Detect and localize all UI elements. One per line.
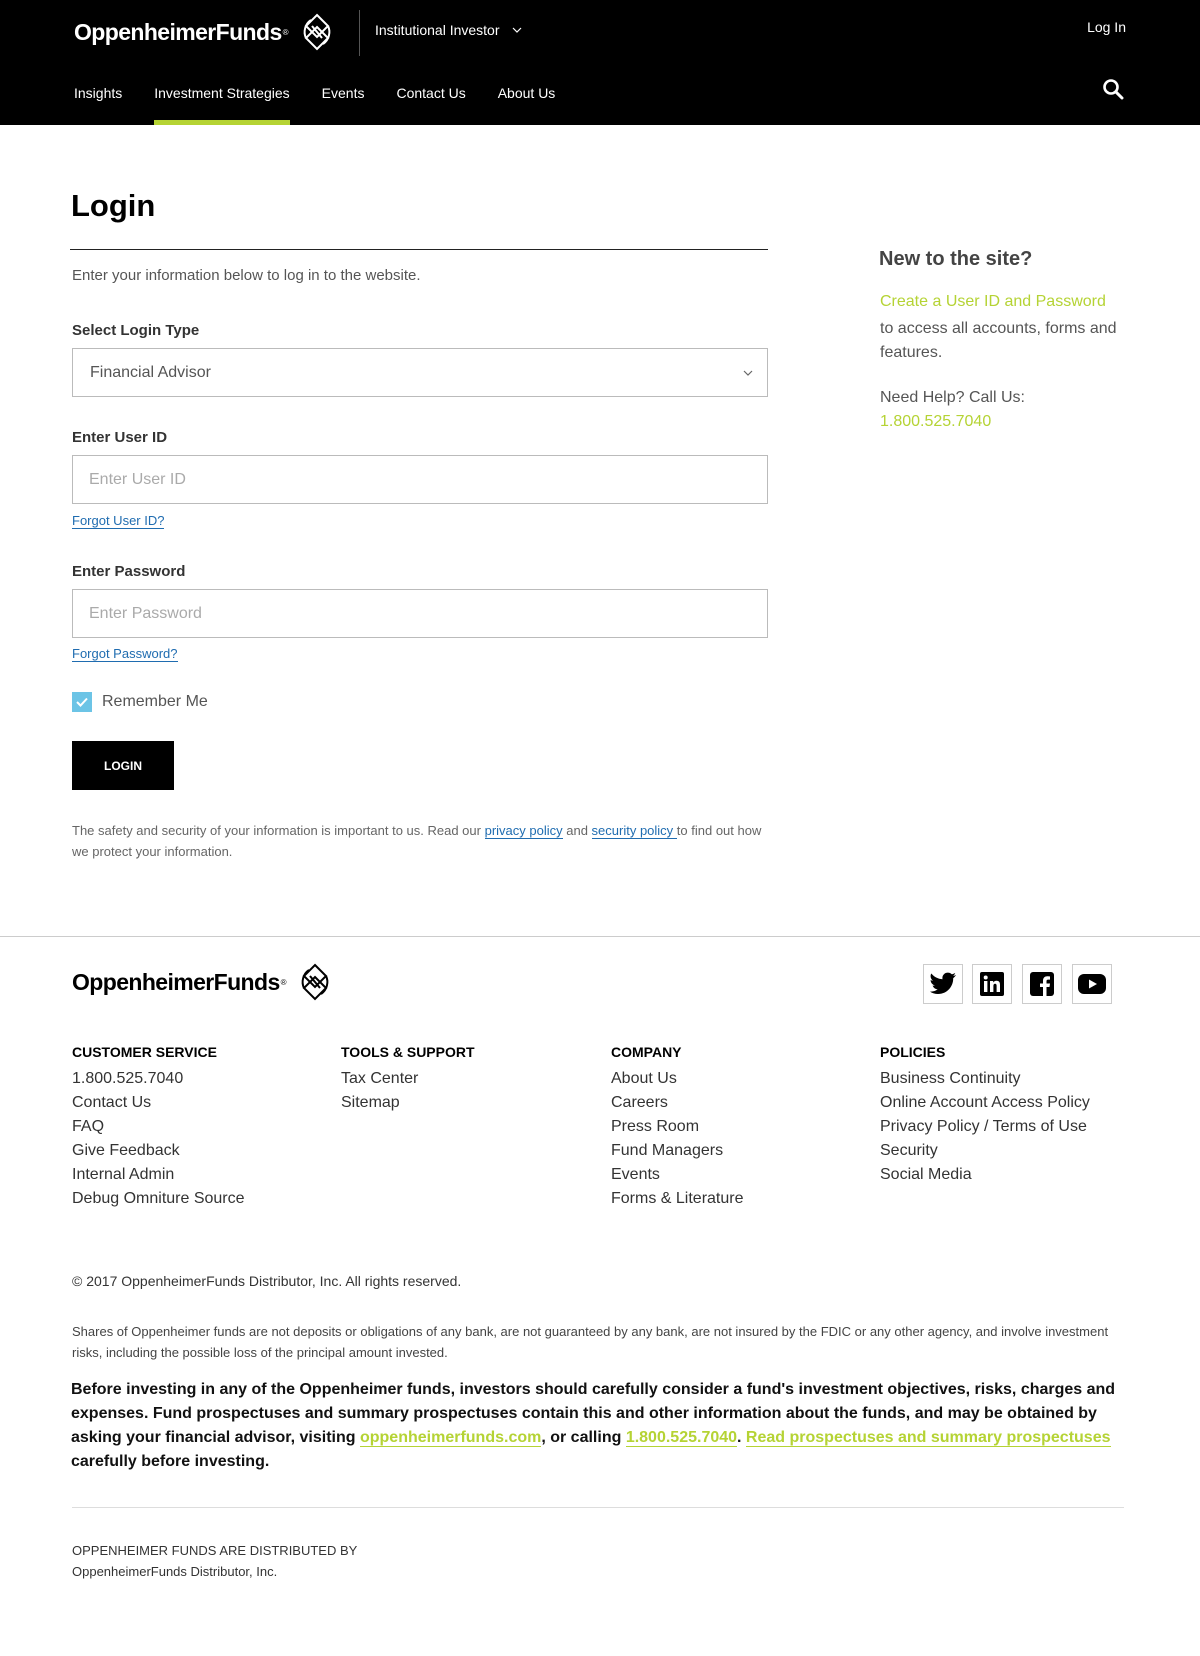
- prospectus-site-link[interactable]: oppenheimerfunds.com: [359, 1429, 542, 1447]
- footer-brand-logo[interactable]: OppenheimerFunds ®: [72, 962, 335, 1002]
- footer-column-company: COMPANY About Us Careers Press Room Fund…: [611, 1044, 743, 1211]
- main-nav: Insights Investment Strategies Events Co…: [74, 72, 587, 125]
- footer-column-title: CUSTOMER SERVICE: [72, 1044, 217, 1060]
- audience-selector[interactable]: Institutional Investor: [375, 22, 522, 38]
- youtube-icon: [1078, 974, 1106, 994]
- footer-link-social-media[interactable]: Social Media: [880, 1163, 1090, 1187]
- footer-column-title: POLICIES: [880, 1044, 946, 1060]
- nav-item-investment-strategies[interactable]: Investment Strategies: [154, 72, 291, 125]
- linkedin-icon: [980, 972, 1004, 996]
- login-intro: Enter your information below to log in t…: [72, 267, 421, 284]
- search-icon[interactable]: [1102, 78, 1124, 100]
- security-note: The safety and security of your informat…: [72, 820, 772, 862]
- footer-registered-mark: ®: [280, 977, 287, 987]
- footer-link-press-room[interactable]: Press Room: [611, 1115, 743, 1139]
- privacy-policy-link[interactable]: privacy policy: [484, 823, 563, 839]
- page-title: Login: [71, 188, 156, 223]
- footer-column-title: TOOLS & SUPPORT: [341, 1044, 475, 1060]
- facebook-link[interactable]: [1022, 964, 1062, 1004]
- nav-item-insights[interactable]: Insights: [74, 72, 122, 125]
- footer-link-tax-center[interactable]: Tax Center: [341, 1067, 475, 1091]
- footer-link-privacy-terms[interactable]: Privacy Policy / Terms of Use: [880, 1115, 1090, 1139]
- distributor-line-1: OPPENHEIMER FUNDS ARE DISTRIBUTED BY: [72, 1543, 358, 1558]
- read-prospectuses-link[interactable]: Read prospectuses and summary prospectus…: [745, 1429, 1111, 1447]
- password-label: Enter Password: [72, 563, 186, 580]
- youtube-link[interactable]: [1072, 964, 1112, 1004]
- footer-column-customer-service: CUSTOMER SERVICE 1.800.525.7040 Contact …: [72, 1044, 245, 1211]
- create-account-link[interactable]: Create a User ID and Password: [880, 293, 1106, 311]
- brand-name: OppenheimerFunds: [74, 18, 282, 45]
- help-phone-link[interactable]: 1.800.525.7040: [880, 413, 991, 431]
- distributor-notice: OPPENHEIMER FUNDS ARE DISTRIBUTED BY Oppe…: [72, 1540, 357, 1582]
- fdic-disclaimer: Shares of Oppenheimer funds are not depo…: [72, 1324, 1109, 1360]
- brand-registered-mark: ®: [282, 27, 289, 37]
- remember-me-label: Remember Me: [102, 693, 208, 710]
- login-type-value: Financial Advisor: [90, 363, 211, 381]
- header-divider: [359, 10, 360, 56]
- footer-column-tools-support: TOOLS & SUPPORT Tax Center Sitemap: [341, 1044, 475, 1115]
- chevron-down-icon: [512, 27, 521, 33]
- prospectus-text-calling: , or calling: [541, 1429, 626, 1446]
- footer-link-sitemap[interactable]: Sitemap: [341, 1091, 475, 1115]
- footer-column-policies: POLICIES Business Continuity Online Acco…: [880, 1044, 1090, 1187]
- brand-hands-icon: [301, 963, 328, 1001]
- footer-brand-name: OppenheimerFunds: [72, 968, 280, 995]
- title-divider: [70, 249, 768, 250]
- new-to-site-title: New to the site?: [879, 248, 1033, 270]
- footer-link-give-feedback[interactable]: Give Feedback: [72, 1139, 245, 1163]
- prospectus-notice: Before investing in any of the Oppenheim…: [71, 1378, 1136, 1474]
- security-note-and: and: [562, 823, 592, 838]
- footer-link-fund-managers[interactable]: Fund Managers: [611, 1139, 743, 1163]
- footer-link-internal-admin[interactable]: Internal Admin: [72, 1163, 245, 1187]
- footer-link-online-access-policy[interactable]: Online Account Access Policy: [880, 1091, 1090, 1115]
- footer-link-about-us[interactable]: About Us: [611, 1067, 743, 1091]
- chevron-down-icon: [743, 370, 753, 376]
- forgot-password-link[interactable]: Forgot Password?: [72, 647, 178, 662]
- nav-item-events[interactable]: Events: [322, 72, 365, 125]
- footer-column-title: COMPANY: [611, 1044, 682, 1060]
- footer-link-faq[interactable]: FAQ: [72, 1115, 245, 1139]
- forgot-user-id-link[interactable]: Forgot User ID?: [72, 514, 165, 529]
- distributor-line-2: OppenheimerFunds Distributor, Inc.: [72, 1564, 278, 1579]
- password-input[interactable]: [72, 589, 768, 638]
- login-type-select[interactable]: Financial Advisor: [72, 348, 768, 397]
- remember-me-toggle[interactable]: Remember Me: [72, 692, 208, 712]
- footer-link-phone[interactable]: 1.800.525.7040: [72, 1067, 245, 1091]
- security-note-text: The safety and security of your informat…: [72, 823, 485, 838]
- header-login-link[interactable]: Log In: [1087, 19, 1126, 35]
- need-help-text: Need Help? Call Us:: [880, 389, 1025, 406]
- bottom-divider: [72, 1507, 1124, 1508]
- footer-link-debug-omniture[interactable]: Debug Omniture Source: [72, 1187, 245, 1211]
- copyright: © 2017 OppenheimerFunds Distributor, Inc…: [72, 1273, 462, 1289]
- twitter-icon: [929, 972, 956, 994]
- facebook-icon: [1030, 972, 1054, 996]
- prospectus-phone-link[interactable]: 1.800.525.7040: [625, 1429, 738, 1447]
- site-header: OppenheimerFunds ® Institutional Investo…: [0, 0, 1200, 125]
- security-policy-link[interactable]: security policy: [591, 823, 677, 839]
- nav-item-about-us[interactable]: About Us: [498, 72, 556, 125]
- footer-link-business-continuity[interactable]: Business Continuity: [880, 1067, 1090, 1091]
- footer-link-careers[interactable]: Careers: [611, 1091, 743, 1115]
- remember-me-checkbox[interactable]: [72, 692, 92, 712]
- user-id-label: Enter User ID: [72, 429, 168, 446]
- check-icon: [76, 697, 88, 707]
- twitter-link[interactable]: [923, 964, 963, 1004]
- login-button[interactable]: LOGIN: [72, 741, 174, 790]
- footer-link-contact-us[interactable]: Contact Us: [72, 1091, 245, 1115]
- nav-item-contact-us[interactable]: Contact Us: [396, 72, 465, 125]
- footer-divider: [0, 936, 1200, 937]
- footer-link-security[interactable]: Security: [880, 1139, 1090, 1163]
- footer-link-forms-literature[interactable]: Forms & Literature: [611, 1187, 743, 1211]
- create-account-text: to access all accounts, forms and featur…: [880, 320, 1117, 361]
- prospectus-text-end: carefully before investing.: [71, 1453, 270, 1470]
- linkedin-link[interactable]: [972, 964, 1012, 1004]
- audience-label: Institutional Investor: [375, 22, 500, 38]
- brand-hands-icon: [303, 13, 330, 51]
- prospectus-text-period: .: [737, 1429, 746, 1446]
- brand-logo[interactable]: OppenheimerFunds ®: [74, 12, 337, 52]
- footer-link-events[interactable]: Events: [611, 1163, 743, 1187]
- user-id-input[interactable]: [72, 455, 768, 504]
- login-type-label: Select Login Type: [72, 322, 200, 339]
